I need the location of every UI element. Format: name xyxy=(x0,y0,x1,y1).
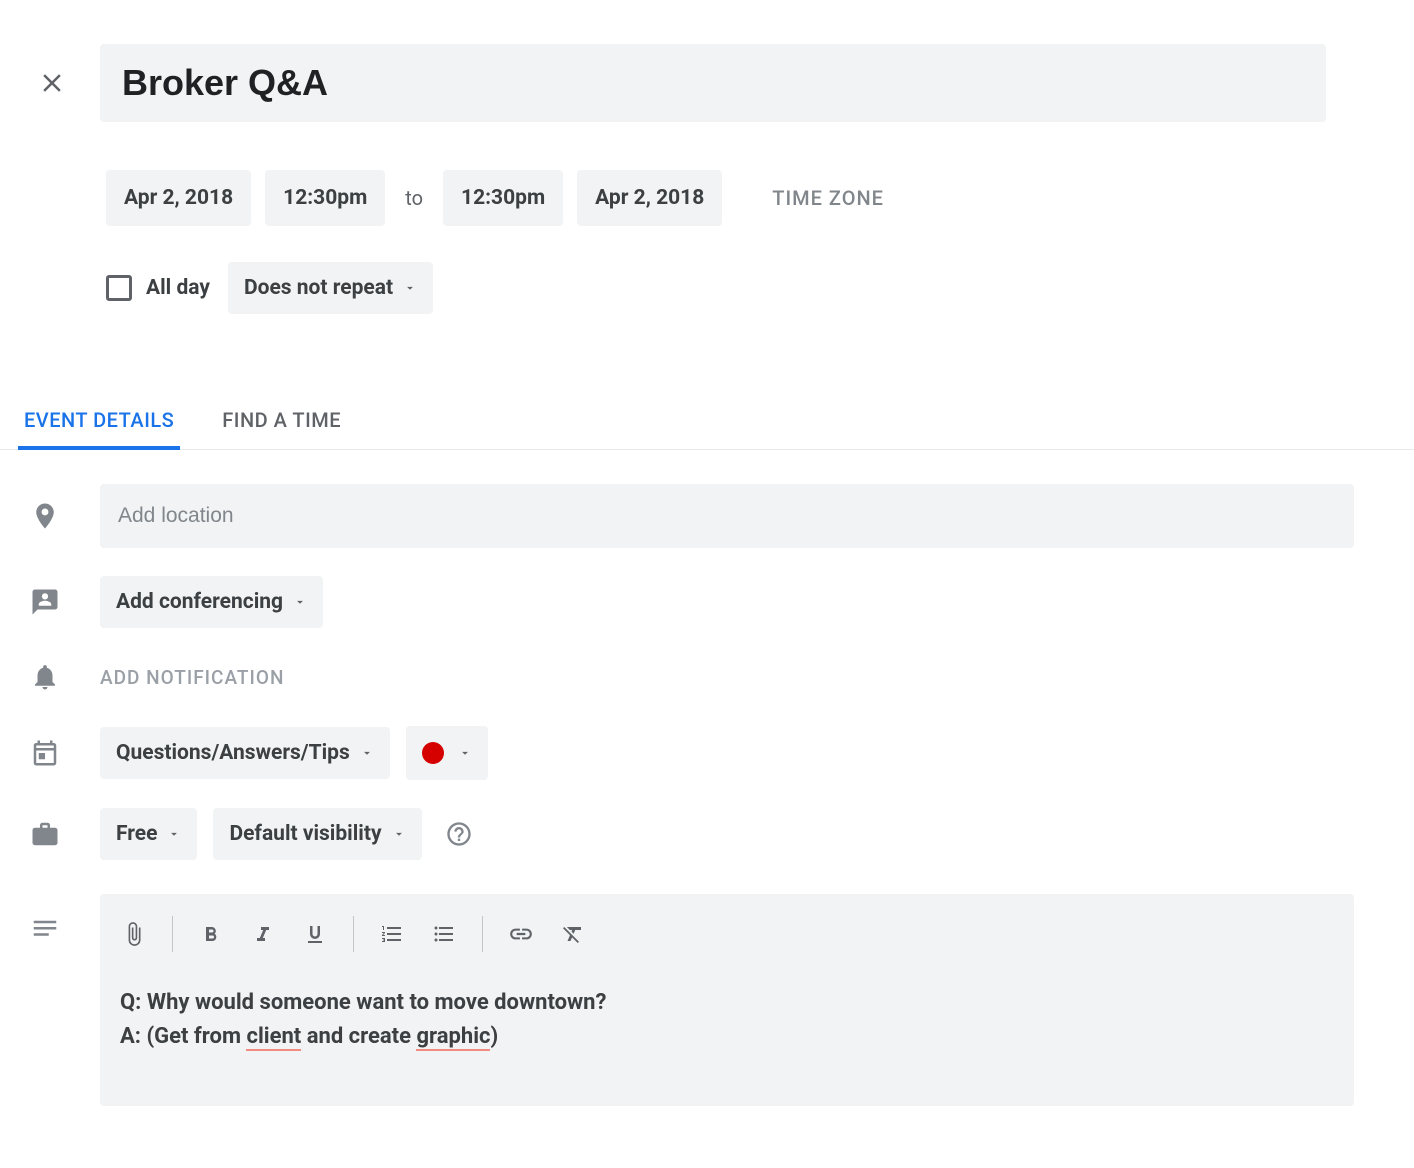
start-date-picker[interactable]: Apr 2, 2018 xyxy=(106,170,251,226)
underline-button[interactable] xyxy=(291,912,339,956)
event-color-dropdown[interactable] xyxy=(406,726,488,780)
tab-find-a-time[interactable]: FIND A TIME xyxy=(216,394,347,450)
add-notification-button[interactable]: ADD NOTIFICATION xyxy=(100,666,284,689)
clear-formatting-button[interactable] xyxy=(549,912,597,956)
close-icon xyxy=(37,68,67,98)
chevron-down-icon xyxy=(392,827,406,841)
a-word-graphic: graphic xyxy=(416,1024,490,1051)
bold-icon xyxy=(199,922,223,946)
chevron-down-icon xyxy=(360,746,374,760)
italic-button[interactable] xyxy=(239,912,287,956)
calendar-icon xyxy=(30,738,60,768)
start-time-picker[interactable]: 12:30pm xyxy=(265,170,385,226)
separator xyxy=(172,916,173,952)
paperclip-icon xyxy=(121,921,147,947)
all-day-checkbox[interactable] xyxy=(106,275,132,301)
insert-link-button[interactable] xyxy=(497,912,545,956)
help-icon xyxy=(445,820,473,848)
a-suffix: ) xyxy=(490,1024,498,1049)
conferencing-icon xyxy=(30,587,60,617)
chevron-down-icon xyxy=(167,827,181,841)
attach-button[interactable] xyxy=(110,912,158,956)
event-title-input[interactable] xyxy=(100,44,1326,122)
timezone-button[interactable]: TIME ZONE xyxy=(772,186,884,210)
all-day-label: All day xyxy=(146,276,210,300)
close-button[interactable] xyxy=(28,59,76,107)
description-editor[interactable]: Q: Why would someone want to move downto… xyxy=(100,894,1354,1106)
location-input[interactable] xyxy=(100,484,1354,548)
underline-icon xyxy=(303,922,327,946)
description-toolbar xyxy=(100,894,1354,974)
recurrence-dropdown[interactable]: Does not repeat xyxy=(228,262,433,314)
numbered-list-button[interactable] xyxy=(368,912,416,956)
tab-event-details[interactable]: EVENT DETAILS xyxy=(18,394,180,450)
briefcase-icon xyxy=(30,819,60,849)
visibility-help-button[interactable] xyxy=(444,819,474,849)
a-mid: and create xyxy=(301,1024,416,1049)
recurrence-label: Does not repeat xyxy=(244,276,393,300)
a-label: A: xyxy=(120,1024,141,1049)
a-word-client: client xyxy=(246,1024,301,1051)
bold-button[interactable] xyxy=(187,912,235,956)
separator xyxy=(353,916,354,952)
link-icon xyxy=(508,921,534,947)
a-prefix: (Get from xyxy=(146,1024,246,1049)
availability-dropdown[interactable]: Free xyxy=(100,808,197,860)
clear-formatting-icon xyxy=(561,922,585,946)
chevron-down-icon xyxy=(458,746,472,760)
to-label: to xyxy=(399,186,429,210)
bulleted-list-icon xyxy=(432,922,456,946)
description-icon xyxy=(30,912,60,942)
italic-icon xyxy=(251,922,275,946)
calendar-label: Questions/Answers/Tips xyxy=(116,741,350,765)
end-date-picker[interactable]: Apr 2, 2018 xyxy=(577,170,722,226)
visibility-label: Default visibility xyxy=(229,822,381,846)
numbered-list-icon xyxy=(380,922,404,946)
q-label: Q: xyxy=(120,990,141,1015)
bulleted-list-button[interactable] xyxy=(420,912,468,956)
conferencing-label: Add conferencing xyxy=(116,590,283,614)
bell-icon xyxy=(30,662,60,692)
calendar-dropdown[interactable]: Questions/Answers/Tips xyxy=(100,727,390,779)
color-swatch xyxy=(422,742,444,764)
conferencing-dropdown[interactable]: Add conferencing xyxy=(100,576,323,628)
visibility-dropdown[interactable]: Default visibility xyxy=(213,808,421,860)
end-time-picker[interactable]: 12:30pm xyxy=(443,170,563,226)
description-content[interactable]: Q: Why would someone want to move downto… xyxy=(100,974,1354,1054)
chevron-down-icon xyxy=(293,595,307,609)
separator xyxy=(482,916,483,952)
q-text: Why would someone want to move downtown? xyxy=(147,990,607,1015)
location-icon xyxy=(30,501,60,531)
availability-label: Free xyxy=(116,822,157,846)
chevron-down-icon xyxy=(403,281,417,295)
